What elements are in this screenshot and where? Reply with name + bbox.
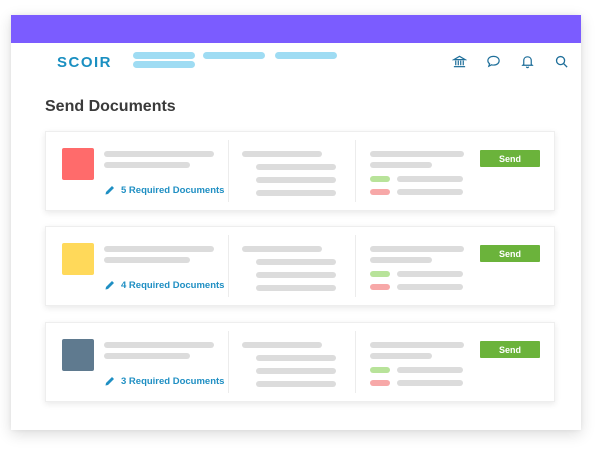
- text-placeholder: [256, 272, 336, 278]
- status-indicator-error: [370, 189, 390, 195]
- app-window: SCOIR Send Documents 5 Required Document…: [11, 15, 581, 430]
- divider: [355, 331, 356, 393]
- status-indicator-error: [370, 380, 390, 386]
- text-placeholder: [104, 342, 214, 348]
- text-placeholder: [397, 189, 463, 195]
- pencil-icon: [105, 377, 114, 386]
- text-placeholder: [397, 176, 463, 182]
- search-icon[interactable]: [553, 53, 569, 69]
- status-indicator-success: [370, 367, 390, 373]
- text-placeholder: [104, 151, 214, 157]
- nav-link-placeholder-2[interactable]: [133, 61, 195, 68]
- text-placeholder: [397, 271, 463, 277]
- required-documents-link[interactable]: 4 Required Documents: [104, 279, 224, 291]
- text-placeholder: [104, 162, 190, 168]
- text-placeholder: [256, 285, 336, 291]
- text-placeholder: [256, 190, 336, 196]
- text-placeholder: [370, 342, 464, 348]
- pencil-icon: [105, 186, 114, 195]
- nav-link-placeholder-1[interactable]: [133, 52, 195, 59]
- required-documents-label: 4 Required Documents: [121, 279, 225, 291]
- required-documents-label: 3 Required Documents: [121, 375, 225, 387]
- text-placeholder: [242, 342, 322, 348]
- chat-icon[interactable]: [485, 53, 501, 69]
- text-placeholder: [397, 380, 463, 386]
- document-card: 5 Required Documents Send: [45, 131, 555, 211]
- text-placeholder: [256, 368, 336, 374]
- text-placeholder: [397, 367, 463, 373]
- text-placeholder: [256, 355, 336, 361]
- top-accent-bar: [11, 15, 581, 43]
- divider: [228, 235, 229, 297]
- required-documents-link[interactable]: 3 Required Documents: [104, 375, 224, 387]
- send-button[interactable]: Send: [480, 245, 540, 262]
- text-placeholder: [256, 164, 336, 170]
- divider: [228, 331, 229, 393]
- header: SCOIR: [11, 43, 581, 79]
- document-card: 3 Required Documents Send: [45, 322, 555, 402]
- text-placeholder: [370, 151, 464, 157]
- text-placeholder: [256, 381, 336, 387]
- nav-link-placeholder-4[interactable]: [275, 52, 337, 59]
- send-button[interactable]: Send: [480, 341, 540, 358]
- text-placeholder: [397, 284, 463, 290]
- nav-link-placeholder-3[interactable]: [203, 52, 265, 59]
- text-placeholder: [242, 246, 322, 252]
- pencil-icon: [105, 281, 114, 290]
- divider: [355, 140, 356, 202]
- bank-icon[interactable]: [451, 53, 467, 69]
- text-placeholder: [370, 353, 432, 359]
- divider: [355, 235, 356, 297]
- text-placeholder: [104, 246, 214, 252]
- status-indicator-error: [370, 284, 390, 290]
- school-color-swatch: [62, 148, 94, 180]
- text-placeholder: [256, 177, 336, 183]
- scoir-logo[interactable]: SCOIR: [57, 54, 112, 71]
- text-placeholder: [370, 162, 432, 168]
- text-placeholder: [104, 353, 190, 359]
- school-color-swatch: [62, 339, 94, 371]
- required-documents-label: 5 Required Documents: [121, 184, 225, 196]
- page-title: Send Documents: [45, 98, 176, 115]
- document-card: 4 Required Documents Send: [45, 226, 555, 306]
- bell-icon[interactable]: [519, 53, 535, 69]
- text-placeholder: [370, 246, 464, 252]
- school-color-swatch: [62, 243, 94, 275]
- text-placeholder: [256, 259, 336, 265]
- text-placeholder: [242, 151, 322, 157]
- text-placeholder: [370, 257, 432, 263]
- divider: [228, 140, 229, 202]
- send-button[interactable]: Send: [480, 150, 540, 167]
- status-indicator-success: [370, 176, 390, 182]
- nav-icon-group: [451, 53, 569, 69]
- required-documents-link[interactable]: 5 Required Documents: [104, 184, 224, 196]
- text-placeholder: [104, 257, 190, 263]
- status-indicator-success: [370, 271, 390, 277]
